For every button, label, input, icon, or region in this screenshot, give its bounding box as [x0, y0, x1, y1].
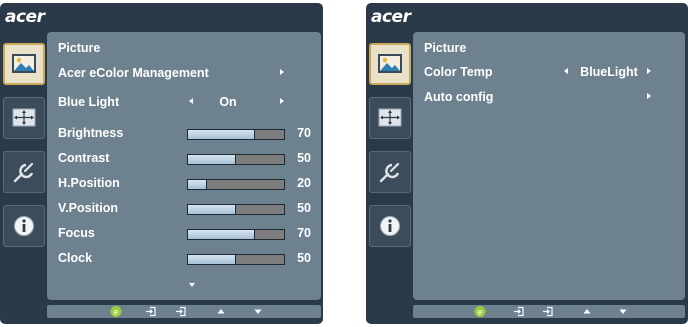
information-icon[interactable]	[3, 205, 45, 247]
slider-fill	[188, 255, 236, 264]
slider-track[interactable]	[187, 179, 285, 190]
slider-track[interactable]	[187, 254, 285, 265]
picture-menu-panel: Picture Acer eColor Management Blue Ligh…	[47, 32, 321, 300]
acer-logo: acer	[371, 7, 411, 27]
slider-track[interactable]	[187, 154, 285, 165]
menu-item-blue-light[interactable]: Blue Light On	[58, 95, 313, 111]
slider-track[interactable]	[187, 204, 285, 215]
up-arrow-icon[interactable]	[216, 305, 226, 318]
input-icon[interactable]	[512, 305, 526, 318]
slider-row-clock[interactable]: Clock 50	[58, 251, 313, 267]
down-arrow-icon[interactable]	[253, 305, 263, 318]
menu-item-label: Auto config	[424, 90, 494, 104]
side-icon-bar	[3, 43, 45, 259]
settings-icon[interactable]	[369, 151, 411, 193]
scroll-down-indicator-icon	[189, 283, 195, 287]
eco-mode-icon[interactable]: e	[109, 305, 123, 318]
menu-item-label: Acer eColor Management	[58, 66, 209, 80]
chevron-right-icon	[280, 69, 284, 75]
eco-mode-icon[interactable]: e	[473, 305, 487, 318]
input-icon[interactable]	[541, 305, 555, 318]
slider-label: Clock	[58, 251, 93, 265]
slider-track[interactable]	[187, 229, 285, 240]
osd-window-right: acer Picture Color Temp BlueLight Auto c…	[366, 3, 688, 324]
slider-label: Focus	[58, 226, 95, 240]
up-arrow-icon[interactable]	[582, 305, 592, 318]
slider-value: 70	[297, 126, 311, 140]
menu-item-label: Blue Light	[58, 95, 120, 109]
slider-label: V.Position	[58, 201, 118, 215]
picture-icon[interactable]	[369, 43, 411, 85]
chevron-right-icon[interactable]	[280, 98, 284, 104]
slider-label: Brightness	[58, 126, 124, 140]
slider-label: Contrast	[58, 151, 110, 165]
display-position-icon[interactable]	[3, 97, 45, 139]
chevron-left-icon[interactable]	[189, 98, 193, 104]
osd-footer-bar: e	[413, 305, 685, 318]
slider-row-contrast[interactable]: Contrast 50	[58, 151, 313, 167]
slider-row-brightness[interactable]: Brightness 70	[58, 126, 313, 142]
input-icon[interactable]	[174, 305, 188, 318]
slider-fill	[188, 130, 256, 139]
slider-row-h-position[interactable]: H.Position 20	[58, 176, 313, 192]
down-arrow-icon[interactable]	[618, 305, 628, 318]
side-icon-bar	[369, 43, 411, 259]
menu-item-color-temp[interactable]: Color Temp BlueLight	[424, 65, 677, 81]
chevron-right-icon[interactable]	[647, 68, 651, 74]
slider-value: 50	[297, 251, 311, 265]
blue-light-value: On	[219, 95, 237, 109]
slider-track[interactable]	[187, 129, 285, 140]
menu-title: Picture	[58, 41, 101, 55]
picture-icon[interactable]	[3, 43, 45, 85]
slider-value: 50	[297, 151, 311, 165]
slider-row-focus[interactable]: Focus 70	[58, 226, 313, 242]
slider-fill	[188, 155, 236, 164]
menu-item-label: Color Temp	[424, 65, 493, 79]
slider-row-v-position[interactable]: V.Position 50	[58, 201, 313, 217]
slider-label: H.Position	[58, 176, 120, 190]
information-icon[interactable]	[369, 205, 411, 247]
menu-title: Picture	[424, 41, 467, 55]
slider-fill	[188, 180, 208, 189]
slider-fill	[188, 205, 236, 214]
osd-footer-bar: e	[47, 305, 321, 318]
menu-item-auto-config[interactable]: Auto config	[424, 90, 677, 106]
slider-fill	[188, 230, 256, 239]
color-temp-value: BlueLight	[580, 65, 638, 79]
menu-item-acer-ecolor-management[interactable]: Acer eColor Management	[58, 66, 313, 82]
chevron-right-icon	[647, 93, 651, 99]
acer-logo: acer	[5, 7, 45, 27]
osd-window-left: acer Picture Acer eColor Management Blue…	[0, 3, 323, 324]
slider-value: 70	[297, 226, 311, 240]
display-position-icon[interactable]	[369, 97, 411, 139]
settings-icon[interactable]	[3, 151, 45, 193]
slider-value: 50	[297, 201, 311, 215]
input-icon[interactable]	[144, 305, 158, 318]
svg-text:e: e	[478, 308, 483, 317]
picture-menu-panel: Picture Color Temp BlueLight Auto config	[413, 32, 685, 300]
svg-text:e: e	[114, 308, 119, 317]
chevron-left-icon[interactable]	[564, 68, 568, 74]
slider-value: 20	[297, 176, 311, 190]
